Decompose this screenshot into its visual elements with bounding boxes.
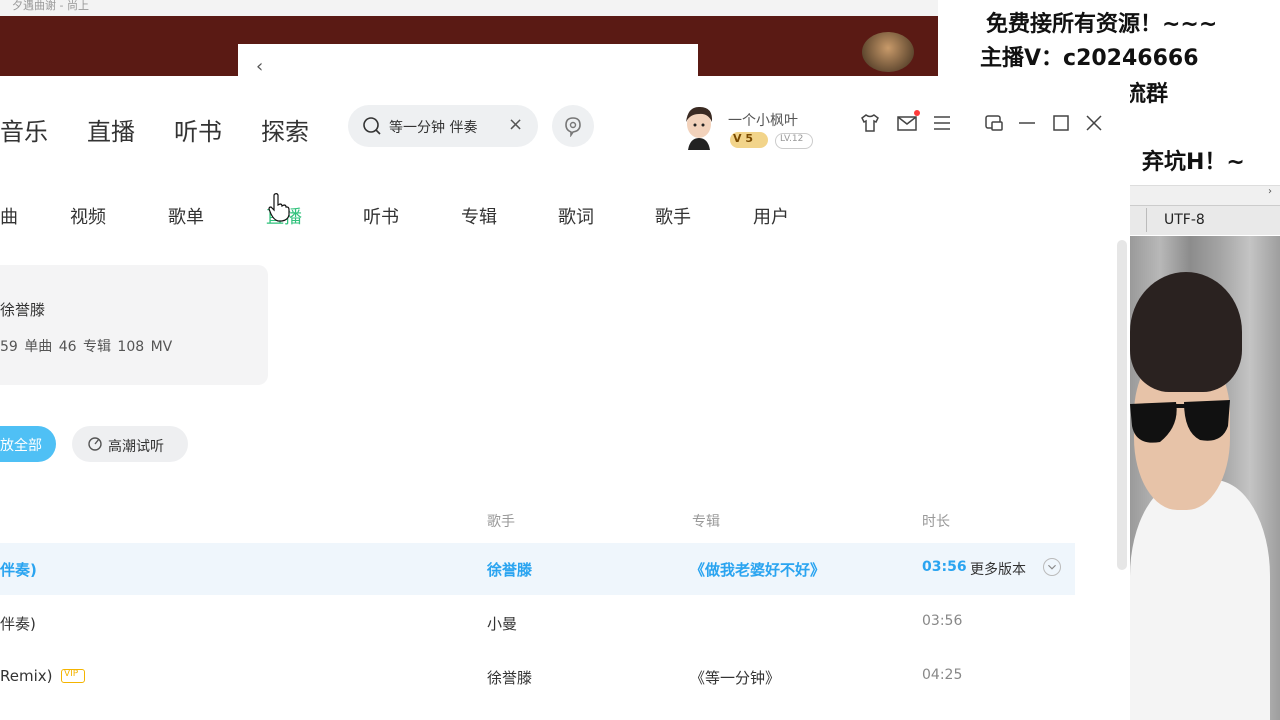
tab-audiobooks[interactable]: 听书 bbox=[363, 203, 399, 229]
tab-video[interactable]: 视频 bbox=[70, 203, 106, 229]
close-icon[interactable] bbox=[1083, 112, 1105, 134]
minimize-icon[interactable] bbox=[1016, 112, 1038, 134]
play-all-label: 放全部 bbox=[0, 438, 42, 454]
overlay-text-line: 弃坑H！~ bbox=[1142, 150, 1245, 175]
avatar[interactable] bbox=[680, 104, 718, 150]
song-album[interactable]: 《等一分钟》 bbox=[690, 667, 780, 688]
notification-dot bbox=[914, 110, 920, 116]
tab-songs[interactable]: 曲 bbox=[0, 203, 18, 229]
tab-album[interactable]: 专辑 bbox=[461, 203, 497, 229]
table-row[interactable] bbox=[0, 543, 1075, 595]
song-singer[interactable]: 小曼 bbox=[487, 613, 517, 634]
background-window-title: 夕遇曲谢 - 尚上 bbox=[12, 0, 89, 12]
artist-name[interactable]: 徐誉滕 bbox=[0, 299, 45, 320]
vip-tag-text: VIP bbox=[64, 669, 79, 679]
skin-shirt-icon[interactable] bbox=[859, 112, 881, 134]
back-icon[interactable]: ‹ bbox=[256, 56, 263, 77]
background-window-titlebar bbox=[0, 0, 938, 16]
clear-search-icon[interactable]: × bbox=[508, 114, 523, 135]
chevron-down-icon[interactable] bbox=[1043, 558, 1061, 576]
maximize-icon[interactable] bbox=[1050, 112, 1072, 134]
menu-icon[interactable] bbox=[931, 112, 953, 134]
column-header-singer[interactable]: 歌手 bbox=[487, 511, 515, 531]
nav-tab-audiobooks[interactable]: 听书 bbox=[174, 112, 222, 147]
artist-card[interactable] bbox=[0, 265, 268, 385]
nav-tab-explore[interactable]: 探索 bbox=[261, 112, 309, 147]
tab-user[interactable]: 用户 bbox=[753, 203, 789, 229]
tab-playlist[interactable]: 歌单 bbox=[168, 203, 204, 229]
mini-mode-icon[interactable] bbox=[983, 112, 1005, 134]
artist-stats: 59 单曲 46 专辑 108 MV bbox=[0, 339, 173, 355]
search-query-text[interactable]: 等一分钟 伴奏 bbox=[389, 117, 477, 137]
nav-tab-music[interactable]: 音乐 bbox=[0, 112, 48, 147]
song-duration: 03:56 bbox=[922, 613, 963, 629]
overlay-text-line: 主播V：c20246666 bbox=[980, 46, 1199, 71]
overlay-text-line: 免费接所有资源！~~~ bbox=[986, 12, 1218, 37]
song-title[interactable]: Remix) bbox=[0, 667, 53, 685]
tab-singer[interactable]: 歌手 bbox=[655, 203, 691, 229]
user-level-text: LV.12 bbox=[780, 134, 804, 144]
tab-lyrics[interactable]: 歌词 bbox=[558, 203, 594, 229]
editor-statusbar bbox=[1130, 205, 1280, 235]
scrollbar-thumb[interactable] bbox=[1117, 240, 1127, 570]
song-singer[interactable]: 徐誉滕 bbox=[487, 667, 532, 688]
song-title[interactable]: 伴奏) bbox=[0, 559, 37, 580]
webcam-person-hair bbox=[1130, 272, 1242, 392]
climax-preview-icon bbox=[88, 437, 102, 451]
column-header-duration[interactable]: 时长 bbox=[922, 511, 950, 531]
encoding-label[interactable]: UTF-8 bbox=[1164, 212, 1205, 228]
webcam-person-shirt bbox=[1130, 480, 1270, 720]
overlay-text-line: 流群 bbox=[1124, 82, 1169, 107]
search-icon bbox=[363, 117, 381, 135]
song-title[interactable]: 伴奏) bbox=[0, 613, 36, 634]
column-header-album[interactable]: 专辑 bbox=[692, 511, 720, 531]
voice-recognition-icon bbox=[565, 117, 581, 137]
user-name[interactable]: 一个小枫叶 bbox=[728, 110, 798, 130]
more-versions-link[interactable]: 更多版本 bbox=[970, 559, 1026, 579]
background-avatar bbox=[862, 32, 914, 72]
scroll-right-icon[interactable]: › bbox=[1268, 186, 1272, 197]
sunglasses-icon bbox=[1130, 400, 1230, 443]
song-album[interactable]: 《做我老婆好不好》 bbox=[690, 559, 825, 580]
nav-tab-live[interactable]: 直播 bbox=[87, 112, 135, 147]
table-row[interactable] bbox=[0, 651, 1075, 703]
hand-cursor-icon bbox=[268, 193, 290, 222]
song-duration: 04:25 bbox=[922, 667, 963, 683]
vip-level-text: V 5 bbox=[733, 132, 753, 145]
song-singer[interactable]: 徐誉滕 bbox=[487, 559, 532, 580]
song-duration: 03:56 bbox=[922, 559, 967, 575]
statusbar-divider bbox=[1146, 208, 1147, 232]
climax-preview-label: 高潮试听 bbox=[108, 439, 164, 455]
table-row[interactable] bbox=[0, 597, 1075, 649]
